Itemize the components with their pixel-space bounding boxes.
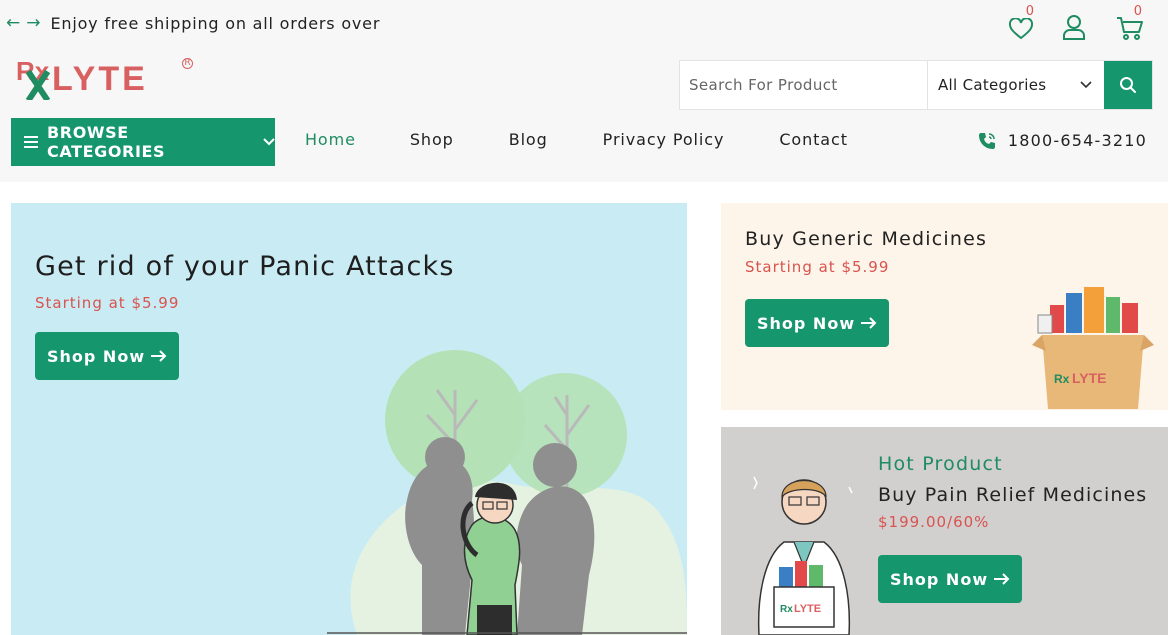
generic-shop-now-button[interactable]: Shop Now	[745, 299, 889, 347]
pain-relief-title: Buy Pain Relief Medicines	[878, 484, 1148, 506]
cart-button[interactable]: 0	[1116, 4, 1144, 40]
account-button[interactable]	[1062, 8, 1090, 40]
heart-icon	[1008, 18, 1034, 40]
phone-icon	[978, 132, 995, 149]
hot-product-tag: Hot Product	[878, 453, 1003, 475]
category-select[interactable]: All Categories	[928, 61, 1104, 109]
svg-text:LYTE: LYTE	[794, 603, 821, 615]
generic-medicines-banner: Buy Generic Medicines Starting at $5.99 …	[721, 203, 1168, 410]
category-select-value: All Categories	[938, 76, 1047, 94]
next-arrow-icon[interactable]: →	[26, 15, 40, 32]
site-logo[interactable]: Rx LYTE R	[16, 54, 196, 102]
promo-bar: ← → Enjoy free shipping on all orders ov…	[6, 14, 380, 33]
logo-text: LYTE	[52, 60, 148, 98]
menu-icon	[23, 136, 38, 148]
wishlist-count: 0	[1025, 4, 1034, 19]
svg-text:Rx: Rx	[780, 604, 793, 615]
phone-contact[interactable]: 1800-654-3210	[978, 131, 1147, 150]
svg-text:LYTE: LYTE	[1072, 370, 1107, 386]
promo-text: Enjoy free shipping on all orders over	[50, 14, 381, 33]
pain-relief-shop-now-button[interactable]: Shop Now	[878, 555, 1022, 603]
arrow-right-icon	[861, 317, 877, 329]
header-icons: 0 0	[1008, 4, 1144, 40]
phone-number: 1800-654-3210	[1007, 131, 1147, 150]
chevron-down-icon	[1080, 81, 1092, 89]
browse-categories-button[interactable]: BROWSE CATEGORIES	[11, 118, 275, 166]
hero-shop-now-button[interactable]: Shop Now	[35, 332, 179, 380]
generic-shop-now-label: Shop Now	[757, 313, 856, 333]
user-icon	[1063, 15, 1085, 40]
search-icon	[1120, 77, 1136, 93]
search-button[interactable]	[1104, 61, 1152, 109]
registered-mark: R	[182, 58, 193, 69]
hero-title: Get rid of your Panic Attacks	[35, 251, 455, 282]
doctor-illustration: Rx LYTE	[753, 476, 853, 635]
generic-medicines-price: Starting at $5.99	[745, 258, 890, 276]
prev-arrow-icon[interactable]: ←	[6, 15, 20, 32]
chevron-down-icon	[263, 138, 275, 146]
browse-categories-label: BROWSE CATEGORIES	[46, 123, 166, 161]
nav-shop[interactable]: Shop	[410, 130, 454, 149]
pain-relief-shop-now-label: Shop Now	[890, 569, 989, 589]
hero-banner: Get rid of your Panic Attacks Starting a…	[11, 203, 687, 635]
hero-shop-now-label: Shop Now	[47, 346, 146, 366]
panic-attack-illustration	[327, 350, 687, 635]
search-input[interactable]	[680, 61, 928, 109]
nav-blog[interactable]: Blog	[509, 130, 548, 149]
nav-home[interactable]: Home	[305, 130, 356, 149]
nav-contact[interactable]: Contact	[779, 130, 848, 149]
rx-logo-mark: Rx	[16, 56, 51, 100]
main-nav: Home Shop Blog Privacy Policy Contact	[305, 130, 848, 149]
pain-relief-price: $199.00/60%	[878, 513, 990, 531]
cart-icon	[1117, 17, 1143, 40]
nav-privacy-policy[interactable]: Privacy Policy	[603, 130, 725, 149]
search-bar: All Categories	[679, 60, 1153, 110]
generic-medicines-title: Buy Generic Medicines	[745, 228, 988, 250]
svg-text:Rx: Rx	[1054, 372, 1070, 386]
pain-relief-banner: Rx LYTE Hot Product Buy Pain Relief Medi…	[721, 427, 1168, 635]
arrow-right-icon	[151, 350, 167, 362]
arrow-right-icon	[994, 573, 1010, 585]
site-header: ← → Enjoy free shipping on all orders ov…	[0, 0, 1168, 182]
hero-price: Starting at $5.99	[35, 294, 180, 312]
medicine-box-illustration: Rx LYTE	[1032, 287, 1154, 409]
wishlist-button[interactable]: 0	[1008, 4, 1036, 40]
